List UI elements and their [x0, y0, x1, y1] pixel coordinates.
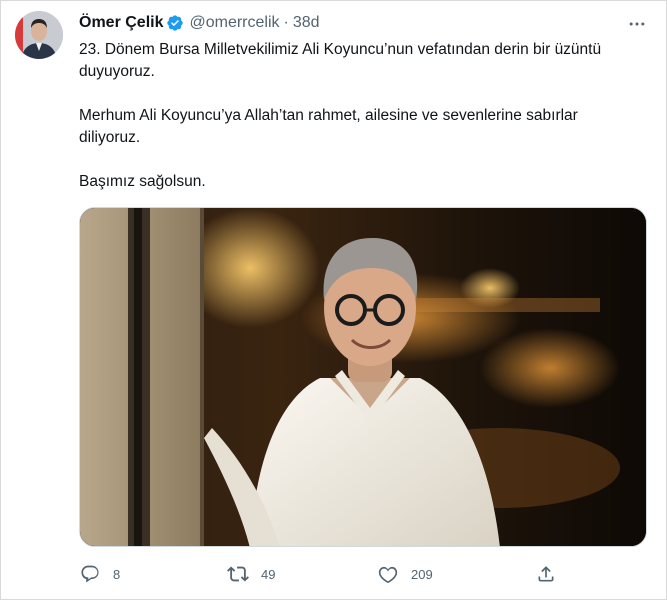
reply-count: 8: [113, 566, 121, 582]
share-button[interactable]: [535, 560, 557, 588]
tweet-actions: 8 49 209: [79, 560, 639, 588]
author-handle[interactable]: @omerrcelik: [189, 14, 279, 32]
tweet-card[interactable]: Ömer Çelik @omerrcelik · 38d 23. Dönem B…: [0, 0, 667, 600]
reply-button[interactable]: 8: [79, 560, 120, 588]
avatar[interactable]: [15, 11, 63, 59]
tweet-time[interactable]: 38d: [293, 14, 320, 32]
retweet-button[interactable]: 49: [227, 560, 275, 588]
like-button[interactable]: 209: [377, 560, 433, 588]
retweet-count: 49: [261, 566, 276, 582]
tweet-text: 23. Dönem Bursa Milletvekilimiz Ali Koyu…: [79, 39, 639, 193]
separator-dot: ·: [283, 14, 289, 31]
tweet-paragraph: Merhum Ali Koyuncu’ya Allah’tan rahmet, …: [79, 107, 578, 146]
reply-icon: [79, 563, 101, 585]
more-dots-icon[interactable]: [626, 13, 648, 35]
author-name[interactable]: Ömer Çelik: [79, 14, 163, 32]
retweet-icon: [227, 563, 249, 585]
tweet-header: Ömer Çelik @omerrcelik · 38d: [79, 12, 320, 34]
tweet-paragraph: Başımız sağolsun.: [79, 173, 206, 190]
verified-badge-icon: [166, 14, 184, 32]
share-icon: [535, 563, 557, 585]
heart-icon: [377, 563, 399, 585]
tweet-paragraph: 23. Dönem Bursa Milletvekilimiz Ali Koyu…: [79, 41, 602, 80]
tweet-photo[interactable]: [79, 207, 647, 547]
like-count: 209: [411, 566, 433, 582]
